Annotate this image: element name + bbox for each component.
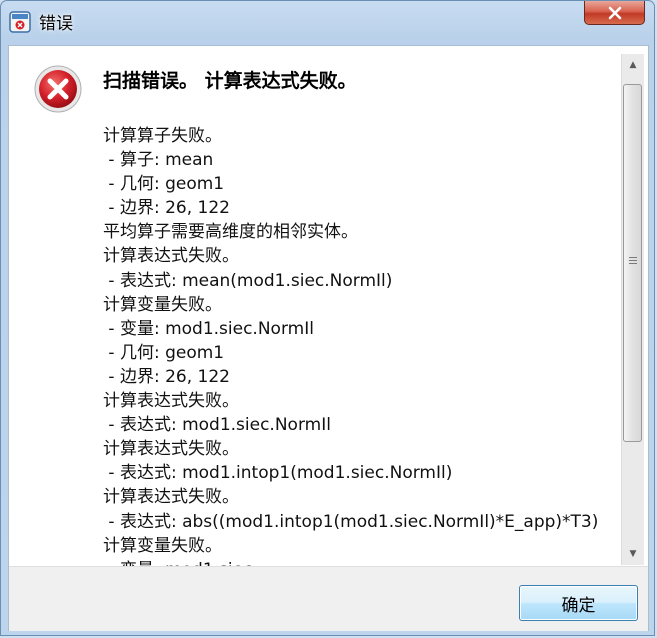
- detail-line: - 表达式: abs((mod1.intop1(mod1.siec.NormIl…: [103, 511, 599, 532]
- error-app-icon: [9, 11, 31, 33]
- scroll-down-button[interactable]: ▼: [622, 543, 644, 565]
- arrow-up-icon: ▲: [629, 60, 637, 70]
- title-bar[interactable]: 错误: [1, 1, 654, 39]
- detail-line: - 表达式: mod1.intop1(mod1.siec.NormIl): [103, 463, 453, 484]
- scroll-thumb[interactable]: [623, 84, 642, 442]
- detail-line: 平均算子需要高维度的相邻实体。: [103, 222, 358, 243]
- detail-line: 计算表达式失败。: [103, 487, 239, 508]
- detail-line: - 表达式: mod1.siec.NormIl: [103, 415, 331, 436]
- detail-line: - 几何: geom1: [103, 174, 225, 195]
- detail-line: 计算算子失败。: [103, 126, 222, 146]
- detail-line: - 边界: 26, 122: [103, 198, 230, 219]
- button-bar: 确定: [9, 566, 648, 631]
- detail-line: - 几何: geom1: [103, 342, 225, 363]
- detail-line: 计算表达式失败。: [103, 439, 239, 460]
- dialog-content: 扫描错误。 计算表达式失败。 计算算子失败。 - 算子: mean - 几何: …: [8, 45, 649, 631]
- detail-line: - 边界: 26, 122: [103, 366, 230, 387]
- error-dialog: 错误 扫描错误。 计算表达式失败。 计算算子失败。 - 算子: mean - 几…: [0, 0, 655, 636]
- ok-button[interactable]: 确定: [519, 585, 638, 621]
- detail-line: - 变量: mod1.siec.NormIl: [103, 318, 314, 339]
- detail-line: - 变量: mod1.siec: [103, 558, 613, 566]
- error-heading: 扫描错误。 计算表达式失败。: [103, 70, 357, 92]
- vertical-scrollbar[interactable]: ▲ ▼: [621, 54, 644, 565]
- detail-line: 计算表达式失败。: [103, 246, 239, 267]
- grip-icon: [629, 257, 637, 266]
- detail-line: - 表达式: mean(mod1.siec.NormIl): [103, 270, 393, 291]
- scroll-up-button[interactable]: ▲: [622, 54, 644, 76]
- arrow-down-icon: ▼: [629, 549, 637, 559]
- error-details: 计算算子失败。 - 算子: mean - 几何: geom1 - 边界: 26,…: [103, 124, 613, 566]
- window-title: 错误: [39, 14, 73, 34]
- close-icon: [608, 6, 622, 20]
- detail-line: 计算变量失败。: [103, 294, 222, 315]
- detail-line: - 算子: mean: [103, 150, 214, 171]
- detail-line: 计算变量失败。: [103, 535, 222, 556]
- detail-line: 计算表达式失败。: [103, 391, 239, 412]
- error-icon: [33, 64, 83, 114]
- close-button[interactable]: [584, 1, 645, 25]
